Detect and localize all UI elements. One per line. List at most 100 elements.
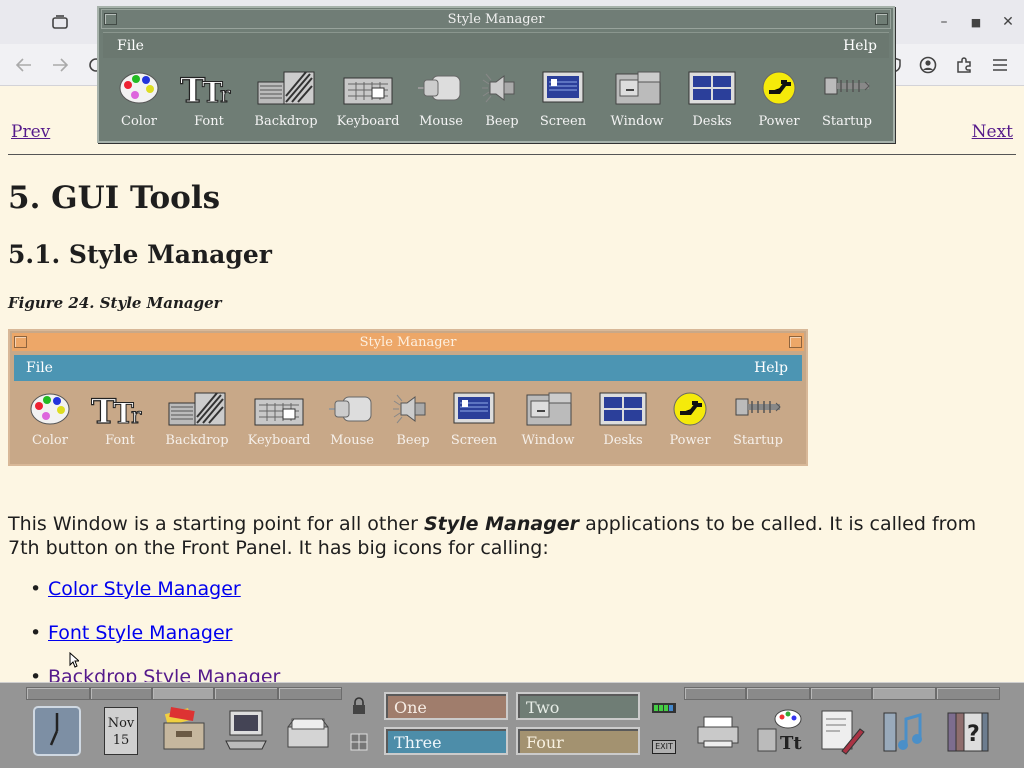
sm-desks-button[interactable]: Desks — [673, 68, 751, 138]
help-icon: ? — [947, 712, 989, 752]
desks-icon — [673, 68, 751, 108]
sm-power-button[interactable]: Power — [751, 68, 807, 138]
mouse-icon — [403, 68, 479, 108]
account-button[interactable] — [916, 53, 940, 77]
subpanel-tab[interactable] — [90, 687, 152, 700]
file-manager-button[interactable] — [160, 705, 216, 761]
backdrop-style-manager-link[interactable]: Backdrop Style Manager — [48, 666, 280, 682]
icon-label: Power — [669, 433, 711, 448]
clock-button[interactable] — [32, 705, 88, 761]
startup-icon — [718, 389, 798, 429]
list-item: • Font Style Manager — [30, 622, 233, 644]
clock-icon — [33, 706, 81, 756]
mailer-icon — [287, 718, 329, 748]
window-icon — [512, 389, 584, 429]
page-content: Prev Next 5. GUI Tools 5.1. Style Manage… — [0, 86, 1024, 682]
subpanel-tab[interactable] — [684, 687, 746, 700]
workspace-three[interactable]: Three — [384, 727, 508, 755]
paragraph-emphasis: Style Manager — [423, 513, 580, 535]
body-paragraph: This Window is a starting point for all … — [8, 512, 1008, 560]
tabs-icon — [52, 15, 68, 29]
printer-button[interactable] — [694, 705, 750, 761]
keyboard-icon — [244, 389, 314, 429]
style-manager-window: Style Manager File Help Color T Tr Font Back… — [97, 6, 895, 143]
workspace-four[interactable]: Four — [516, 727, 640, 755]
svg-text:r: r — [220, 83, 231, 108]
icon-label: Power — [758, 114, 800, 129]
icon-label: Beep — [396, 433, 430, 448]
icon-label: Keyboard — [247, 433, 311, 448]
sm-keyboard-button[interactable]: Keyboard — [333, 68, 403, 138]
color-icon — [10, 389, 90, 429]
menu-button[interactable] — [988, 53, 1012, 77]
exit-button[interactable]: EXIT — [652, 740, 676, 754]
sm-window-button[interactable]: Window — [601, 68, 673, 138]
sm-mouse-button[interactable]: Mouse — [403, 68, 479, 138]
svg-text:Tt: Tt — [780, 733, 802, 754]
minimize-button[interactable]: – — [934, 12, 954, 32]
calendar-day: 15 — [112, 733, 130, 748]
extensions-button[interactable] — [952, 53, 976, 77]
workspace-two[interactable]: Two — [516, 692, 640, 720]
figure-title-bar: Style Manager — [12, 333, 804, 351]
forward-button[interactable] — [48, 53, 72, 77]
terminal-button[interactable] — [222, 705, 278, 761]
calendar-button[interactable]: Nov 15 — [100, 705, 156, 761]
subpanel-tab[interactable] — [152, 687, 214, 700]
help-manager-button[interactable]: ? — [942, 705, 998, 761]
sm-beep-button[interactable]: Beep — [479, 68, 525, 138]
subpanel-tab[interactable] — [936, 687, 1000, 700]
subpanel-tab[interactable] — [746, 687, 810, 700]
fig-keyboard-button: Keyboard — [244, 389, 314, 459]
arrow-left-icon — [16, 58, 31, 72]
workspace-one[interactable]: One — [384, 692, 508, 720]
sm-screen-button[interactable]: Screen — [525, 68, 601, 138]
fig-beep-button: Beep — [390, 389, 436, 459]
subpanel-tab[interactable] — [214, 687, 278, 700]
fig-power-button: Power — [662, 389, 718, 459]
desks-icon — [584, 389, 662, 429]
sm-startup-button[interactable]: Startup — [807, 68, 887, 138]
window-title-bar[interactable]: Style Manager — [101, 9, 891, 29]
figure-menubar: File Help — [14, 355, 802, 381]
close-button[interactable]: ✕ — [998, 12, 1018, 32]
menu-file[interactable]: File — [117, 38, 144, 54]
figure-window-title: Style Manager — [359, 334, 457, 350]
subpanel-tab[interactable] — [26, 687, 90, 700]
icon-label: Color — [32, 433, 68, 448]
color-icon — [99, 68, 179, 108]
text-editor-button[interactable] — [816, 705, 872, 761]
prev-link[interactable]: Prev — [11, 122, 50, 142]
window-title: Style Manager — [447, 11, 545, 27]
lock-icon[interactable] — [351, 697, 367, 715]
sm-backdrop-button[interactable]: Backdrop — [239, 68, 333, 138]
icon-label: Color — [121, 114, 157, 129]
tab-overview-button[interactable] — [48, 10, 72, 34]
figure-caption: Figure 24. Style Manager — [8, 294, 222, 312]
icon-row: Color T Tr Font Backdrop Keyboard Mouse Beep Scr… — [99, 68, 893, 140]
next-link[interactable]: Next — [972, 122, 1013, 142]
style-manager-button[interactable]: Tt — [752, 705, 808, 761]
page-title: 5. GUI Tools — [8, 180, 221, 216]
sm-font-button[interactable]: T Tr Font — [179, 68, 239, 138]
subpanel-tab[interactable] — [810, 687, 872, 700]
beep-icon — [479, 68, 525, 108]
occupy-workspace-icon[interactable] — [350, 733, 368, 751]
subpanel-tab[interactable] — [872, 687, 936, 700]
mailer-button[interactable] — [282, 705, 338, 761]
puzzle-icon — [957, 57, 971, 73]
maximize-button[interactable]: ■ — [966, 12, 986, 32]
back-button[interactable] — [12, 53, 36, 77]
menu-help[interactable]: Help — [843, 38, 877, 54]
icon-label: Mouse — [330, 433, 374, 448]
audio-button[interactable] — [878, 705, 934, 761]
maximize-window-button[interactable] — [875, 13, 888, 25]
color-style-manager-link[interactable]: Color Style Manager — [48, 578, 241, 600]
fig-screen-button: Screen — [436, 389, 512, 459]
icon-label: Desks — [603, 433, 643, 448]
sm-color-button[interactable]: Color — [99, 68, 179, 138]
window-menu-button[interactable] — [104, 13, 117, 25]
front-panel: Nov 15 One Two Three Four EXIT Tt ? — [0, 682, 1024, 768]
font-style-manager-link[interactable]: Font Style Manager — [48, 622, 232, 644]
subpanel-tab[interactable] — [278, 687, 342, 700]
